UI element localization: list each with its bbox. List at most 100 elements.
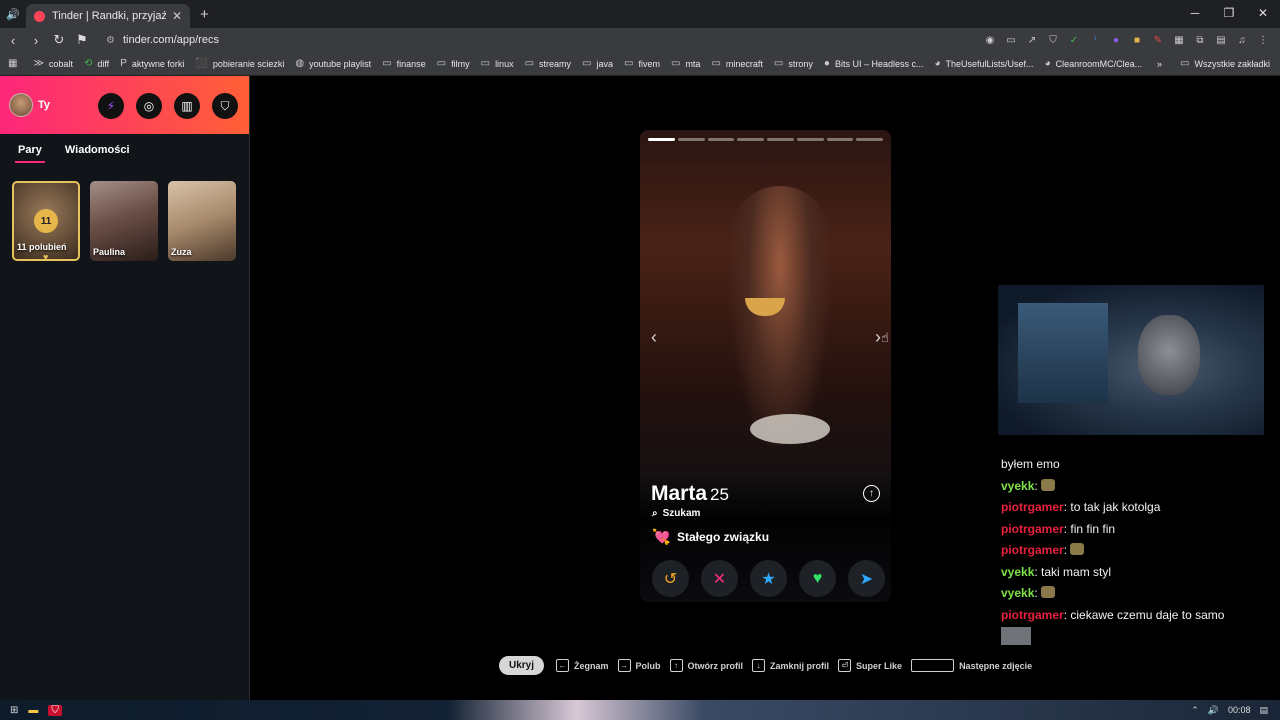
ext-red-icon[interactable]: ✎: [1151, 33, 1165, 47]
location-icon[interactable]: ◉: [983, 33, 997, 47]
match-card[interactable]: Zuza: [168, 181, 236, 261]
volume-icon[interactable]: 🔊: [1208, 705, 1219, 716]
check-ext-icon[interactable]: ✓: [1067, 33, 1081, 47]
bookmark-usefullists[interactable]: ◕ TheUsefulLists/Usef...: [934, 58, 1033, 69]
menu-icon[interactable]: ⋮: [1256, 33, 1270, 47]
bookmark-icon[interactable]: ⚑: [72, 32, 92, 48]
wave-ext-icon[interactable]: ⁾: [1088, 33, 1102, 47]
extensions-icon[interactable]: ⧉: [1193, 33, 1207, 47]
cast-icon[interactable]: ▭: [1004, 33, 1018, 47]
shield-ext-icon[interactable]: ⛉: [1046, 33, 1060, 47]
bookmark-fivem[interactable]: ▭ fivem: [624, 58, 660, 69]
sidepanel-icon[interactable]: ▤: [1214, 33, 1228, 47]
match-card[interactable]: Paulina: [90, 181, 158, 261]
photo-progress-bar[interactable]: [826, 138, 854, 141]
tray-chevron-icon[interactable]: ⌃: [1191, 705, 1199, 716]
bookmark-bitsui[interactable]: ● Bits UI – Headless c...: [824, 58, 924, 69]
ext-yellow-icon[interactable]: ■: [1130, 33, 1144, 47]
chat-message: byłem emo: [1001, 454, 1271, 476]
notifications-icon[interactable]: ▤: [1259, 705, 1268, 716]
bookmark-playlist[interactable]: ◍ youtube playlist: [295, 58, 371, 69]
reload-icon[interactable]: ↻: [49, 32, 69, 48]
more-bookmarks-icon[interactable]: »: [1157, 59, 1162, 69]
photo-progress-bar[interactable]: [648, 138, 675, 141]
nope-button[interactable]: ✕: [701, 560, 738, 597]
bookmark-diff[interactable]: ⟲ diff: [84, 58, 109, 69]
chat-username[interactable]: piotrgamer: [1001, 608, 1064, 622]
file-explorer-icon[interactable]: ▬: [28, 705, 38, 716]
photo-progress-bar[interactable]: [737, 138, 764, 141]
restore-icon[interactable]: ❐: [1212, 0, 1246, 28]
previous-photo-icon[interactable]: ‹: [651, 327, 657, 348]
user-label[interactable]: Ty: [38, 99, 50, 111]
chat-username[interactable]: piotrgamer: [1001, 500, 1064, 514]
hide-hints-button[interactable]: Ukryj: [499, 656, 545, 675]
ext-grid-icon[interactable]: ▦: [1172, 33, 1186, 47]
tab-title: Tinder | Randki, przyjaźń, nowe z: [52, 10, 166, 22]
browser-taskbar-icon[interactable]: ⛉: [48, 704, 62, 716]
apps-icon[interactable]: ▦: [8, 58, 22, 69]
bookmark-streamy[interactable]: ▭ streamy: [525, 58, 571, 69]
bookmark-cleanroom[interactable]: ◕ CleanroomMC/Clea...: [1045, 58, 1143, 69]
media-icon[interactable]: ♫: [1235, 33, 1249, 47]
match-name: Paulina: [93, 247, 126, 257]
ext-badge-icon[interactable]: ●: [1109, 33, 1123, 47]
bookmark-filmy[interactable]: ▭ filmy: [437, 58, 470, 69]
photo-progress-bar[interactable]: [796, 138, 824, 141]
browser-tab[interactable]: Tinder | Randki, przyjaźń, nowe z ✕: [26, 4, 190, 28]
bookmark-cobalt[interactable]: ≫ cobalt: [33, 58, 73, 69]
bookmark-linux[interactable]: ▭ linux: [481, 58, 514, 69]
bookmark-mta[interactable]: ▭ mta: [671, 58, 700, 69]
chat-username[interactable]: piotrgamer: [1001, 522, 1064, 536]
like-button[interactable]: ♥: [799, 560, 836, 597]
photo-progress-bar[interactable]: [856, 138, 883, 141]
likes-card[interactable]: 11 11 polubień ♥: [12, 181, 80, 261]
all-bookmarks[interactable]: ▭ Wszystkie zakładki: [1180, 58, 1270, 69]
rewind-button[interactable]: ↺: [652, 560, 689, 597]
clock[interactable]: 00:08: [1228, 705, 1251, 715]
close-tab-icon[interactable]: ✕: [172, 9, 182, 23]
main-stage: ‹ › Marta 25 ↑ ⌕ Szukam 💘 Stałego związku ↺…: [251, 76, 1280, 700]
github-icon: ◕: [1044, 58, 1051, 69]
bookmark-minecraft[interactable]: ▭ minecraft: [711, 58, 762, 69]
chat-username[interactable]: vyekk: [1001, 565, 1034, 579]
windows-start-icon[interactable]: ⊞: [10, 705, 18, 716]
avatar[interactable]: [9, 93, 33, 117]
bookmark-download[interactable]: ⬛ pobieranie sciezki: [195, 58, 284, 69]
bookmark-strony[interactable]: ▭ strony: [774, 58, 813, 69]
briefcase-icon[interactable]: ▥: [174, 93, 200, 119]
bookmark-java[interactable]: ▭ java: [582, 58, 613, 69]
tab-pary[interactable]: Pary: [15, 144, 45, 163]
forward-icon[interactable]: ›: [26, 33, 46, 48]
profile-name: Marta: [651, 482, 708, 505]
header-buttons: ⚡ ◎ ▥ ⛉: [98, 93, 238, 119]
open-profile-icon[interactable]: ↑: [863, 485, 880, 502]
chat-message: vyekk:: [1001, 583, 1271, 605]
url-field[interactable]: ⚙ tinder.com/app/recs: [106, 34, 983, 46]
send-button[interactable]: ➤: [848, 560, 885, 597]
tab-wiadomosci[interactable]: Wiadomości: [62, 144, 133, 163]
photo-progress-bar[interactable]: [767, 138, 794, 141]
super-like-button[interactable]: ★: [750, 560, 787, 597]
boost-icon[interactable]: ⚡: [98, 93, 124, 119]
photo-progress-bar[interactable]: [707, 138, 735, 141]
back-icon[interactable]: ‹: [3, 33, 23, 48]
chat-username[interactable]: vyekk: [1001, 479, 1034, 493]
profile-card[interactable]: ‹ › Marta 25 ↑ ⌕ Szukam 💘 Stałego związku ↺…: [640, 130, 891, 602]
safety-shield-icon[interactable]: ⛉: [212, 93, 238, 119]
new-tab-icon[interactable]: +: [200, 6, 209, 23]
minimize-icon[interactable]: ─: [1178, 0, 1212, 28]
chat-username[interactable]: vyekk: [1001, 586, 1034, 600]
chat-username[interactable]: piotrgamer: [1001, 543, 1064, 557]
share-icon[interactable]: ↗: [1025, 33, 1039, 47]
bookmark-forks[interactable]: Paktywne forki: [120, 58, 184, 69]
close-window-icon[interactable]: ✕: [1246, 0, 1280, 28]
explore-icon[interactable]: ◎: [136, 93, 162, 119]
speaker-icon[interactable]: 🔊: [0, 8, 26, 21]
action-buttons: ↺ ✕ ★ ♥ ➤: [652, 560, 885, 597]
site-info-icon[interactable]: ⚙: [106, 35, 115, 46]
chat-text: :: [1034, 478, 1042, 493]
photo-progress-bar[interactable]: [677, 138, 705, 141]
bookmark-finanse[interactable]: ▭ finanse: [382, 58, 425, 69]
enter-key-icon: ⏎: [838, 659, 852, 672]
